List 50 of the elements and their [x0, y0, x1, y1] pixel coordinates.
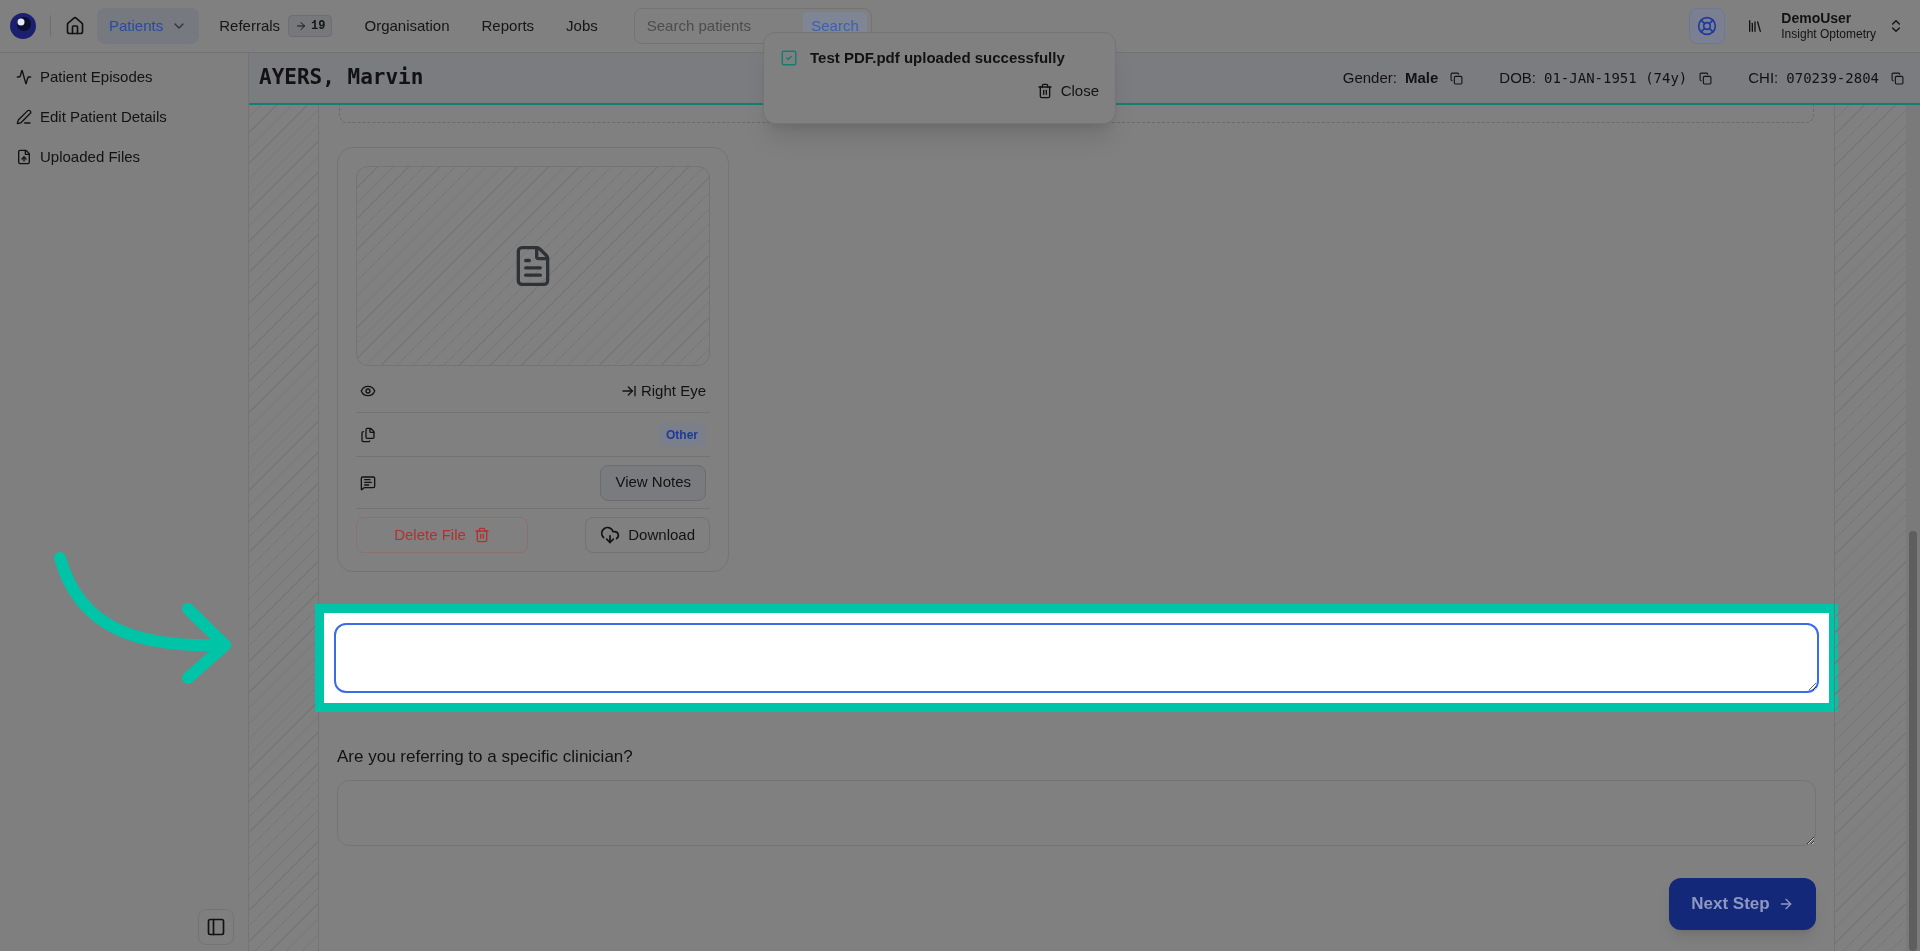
field-label: CHI: — [1748, 67, 1779, 88]
nav-tab[interactable]: Jobs — [554, 8, 610, 44]
eye-side-label: Right Eye — [640, 380, 706, 401]
scrollbar[interactable] — [1906, 105, 1920, 951]
copy-icon[interactable] — [1450, 71, 1464, 85]
cloud-download-icon — [600, 525, 621, 545]
download-button[interactable]: Download — [585, 517, 710, 553]
help-button[interactable] — [1689, 8, 1726, 44]
success-check-icon — [780, 49, 798, 68]
eye-icon — [360, 383, 376, 399]
file-upload-icon — [16, 149, 32, 165]
sidebar-toggle-button[interactable] — [198, 909, 234, 945]
nav-tab[interactable]: Reports — [469, 8, 547, 44]
sidebar-item[interactable]: Patient Episodes — [16, 61, 232, 93]
referral-count-badge: 19 — [288, 15, 333, 37]
sidebar-item[interactable]: Uploaded Files — [16, 141, 232, 173]
field-value: Male — [1404, 67, 1439, 88]
files-icon — [360, 426, 376, 443]
close-button[interactable]: Close — [1036, 79, 1099, 102]
toast-message: Test PDF.pdf uploaded successfully — [810, 48, 1065, 68]
organisation-icon — [1747, 18, 1764, 34]
copy-icon[interactable] — [1891, 71, 1904, 85]
lifebuoy-icon — [1697, 16, 1718, 36]
field-label: Gender: — [1342, 67, 1397, 88]
trash-icon — [473, 527, 490, 543]
next-step-button[interactable]: Next Step — [1669, 877, 1816, 930]
notes-icon — [360, 474, 376, 491]
patient-name: AYERS, Marvin — [259, 64, 424, 92]
copy-icon[interactable] — [1699, 71, 1713, 85]
clinician-field[interactable] — [337, 779, 1816, 846]
field-label: DOB: — [1499, 67, 1536, 88]
home-icon[interactable] — [65, 16, 85, 36]
category-tag: Other — [658, 422, 706, 447]
pencil-icon — [16, 109, 32, 125]
pulse-icon — [16, 69, 32, 85]
clinician-question: Are you referring to a specific clinician? — [337, 746, 634, 768]
view-notes-button[interactable]: View Notes — [600, 464, 706, 501]
field-value: 070239-2804 — [1786, 68, 1879, 88]
user-name: DemoUser — [1781, 9, 1853, 28]
assessment-notes-field[interactable] — [334, 623, 1819, 693]
arrow-to-line-icon — [620, 383, 637, 399]
sidebar-panel-icon — [206, 917, 226, 937]
nav-tab[interactable]: Organisation — [352, 8, 462, 44]
sidebar-item[interactable]: Edit Patient Details — [16, 101, 232, 133]
organisation-name: Insight Optometry — [1781, 27, 1876, 43]
eye-logo-icon[interactable] — [10, 13, 36, 39]
field-value: 01-JAN-1951 (74y) — [1544, 68, 1688, 88]
nav-tab[interactable]: Referrals 19 — [207, 8, 345, 44]
arrow-right-icon — [295, 20, 308, 32]
trash-icon — [1036, 82, 1053, 99]
